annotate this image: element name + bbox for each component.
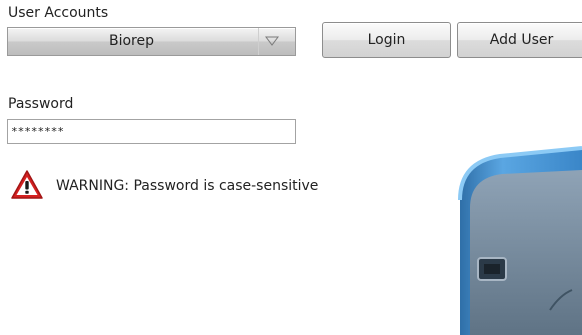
user-accounts-label: User Accounts bbox=[8, 5, 109, 21]
login-button[interactable]: Login bbox=[322, 22, 451, 58]
device-illustration bbox=[458, 146, 582, 335]
user-accounts-dropdown[interactable]: Biorep bbox=[7, 27, 296, 56]
password-label: Password bbox=[8, 96, 74, 112]
dropdown-arrow[interactable] bbox=[258, 28, 287, 55]
password-input[interactable]: ******** bbox=[7, 119, 296, 144]
add-user-button[interactable]: Add User bbox=[457, 22, 582, 58]
chevron-down-icon bbox=[265, 36, 279, 46]
warning-icon bbox=[11, 170, 43, 199]
user-accounts-selected: Biorep bbox=[108, 33, 154, 49]
warning-message: WARNING: Password is case-sensitive bbox=[56, 178, 319, 194]
